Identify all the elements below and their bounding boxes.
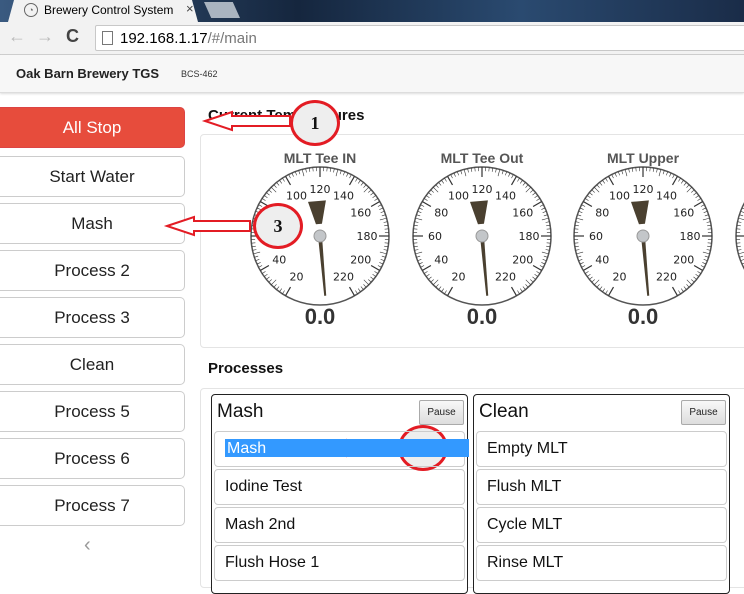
- process-step[interactable]: Cycle MLT: [476, 507, 727, 543]
- gauge-scale-label: 140: [656, 189, 677, 202]
- gauge-dial: 20406080100120140160180200220ºF: [413, 167, 551, 305]
- gauge-scale-label: 40: [595, 254, 609, 267]
- gauge-scale-label: 160: [350, 207, 371, 220]
- gauge-scale-label: 60: [428, 230, 442, 243]
- gauge-scale-label: 220: [656, 271, 677, 284]
- pause-button[interactable]: Pause: [681, 400, 726, 425]
- process-card-clean: Clean Pause Empty MLT Flush MLT Cycle MLT Rin…: [473, 394, 730, 594]
- gauge-scale-label: 180: [357, 230, 378, 243]
- gauge-scale-label: 140: [333, 189, 354, 202]
- gauge-dial: 20406080100120140160180200220ºF: [736, 167, 744, 305]
- gauge-scale-label: 80: [595, 207, 609, 220]
- step-label: Empty MLT: [487, 440, 568, 457]
- step-label: Mash 2nd: [225, 516, 295, 533]
- gauge-scale-label: 80: [434, 207, 448, 220]
- gauge-scale-label: 100: [286, 189, 307, 202]
- gauge-scale-label: 120: [472, 183, 493, 196]
- step-label: Cycle MLT: [487, 516, 562, 533]
- step-label: Flush Hose 1: [225, 554, 319, 571]
- gauge-scale-label: 20: [290, 271, 304, 284]
- gauge-scale-label: 180: [680, 230, 701, 243]
- process-step[interactable]: Iodine Test: [214, 469, 465, 505]
- process-step[interactable]: Flush Hose 1: [214, 545, 465, 581]
- annotation-marker-1: 1: [290, 100, 340, 146]
- gauge-scale-label: 20: [613, 271, 627, 284]
- pause-button[interactable]: Pause: [419, 400, 464, 425]
- gauge-scale-label: 100: [609, 189, 630, 202]
- gauge-scale-label: 200: [512, 254, 533, 267]
- gauge-scale-label: 200: [350, 254, 371, 267]
- gauge-scale-label: 100: [448, 189, 469, 202]
- gauge-scale-label: 120: [633, 183, 654, 196]
- process-title: Mash: [217, 401, 263, 423]
- gauge-scale-label: 40: [272, 254, 286, 267]
- step-label: Iodine Test: [225, 478, 302, 495]
- process-step[interactable]: Mash: [214, 431, 465, 467]
- process-step[interactable]: Mash 2nd: [214, 507, 465, 543]
- gauge-scale-label: 20: [452, 271, 466, 284]
- gauge-scale-label: 120: [310, 183, 331, 196]
- step-label: Flush MLT: [487, 478, 561, 495]
- gauge-scale-label: 60: [589, 230, 603, 243]
- process-step[interactable]: Empty MLT: [476, 431, 727, 467]
- step-label: Rinse MLT: [487, 554, 563, 571]
- gauge-scale-label: 40: [434, 254, 448, 267]
- gauge-scale-label: 160: [512, 207, 533, 220]
- process-step[interactable]: Rinse MLT: [476, 545, 727, 581]
- gauge-scale-label: 220: [495, 271, 516, 284]
- gauge-scale-label: 180: [519, 230, 540, 243]
- gauge-scale-label: 140: [495, 189, 516, 202]
- process-step[interactable]: Flush MLT: [476, 469, 727, 505]
- gauge-scale-label: 200: [673, 254, 694, 267]
- annotation-marker-3: 3: [253, 203, 303, 249]
- process-card-mash: Mash Pause Mash Iodine Test Mash 2nd Flush Ho…: [211, 394, 468, 594]
- gauge-dial: 20406080100120140160180200220ºF: [574, 167, 712, 305]
- process-title: Clean: [479, 401, 529, 423]
- step-label: Mash: [225, 440, 268, 457]
- processes-heading: Processes: [208, 360, 283, 377]
- gauge-scale-label: 220: [333, 271, 354, 284]
- gauge-scale-label: 160: [673, 207, 694, 220]
